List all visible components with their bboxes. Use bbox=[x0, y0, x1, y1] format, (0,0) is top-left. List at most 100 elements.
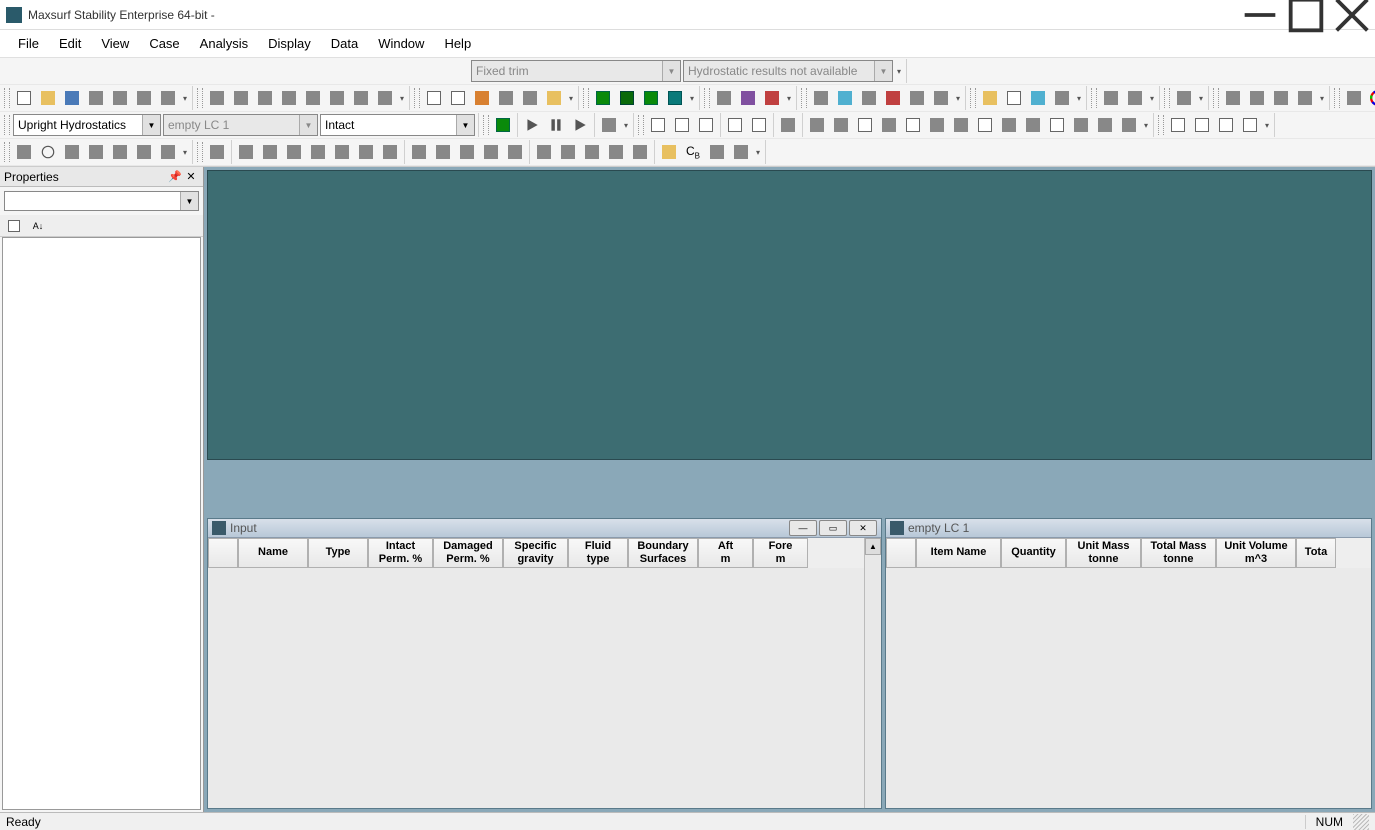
toolbar-grip[interactable] bbox=[583, 88, 589, 108]
export-overflow-arrow[interactable]: ▾ bbox=[621, 121, 631, 130]
toolbar-grip[interactable] bbox=[1334, 88, 1340, 108]
toolbar-grip[interactable] bbox=[4, 88, 10, 108]
menu-file[interactable]: File bbox=[8, 32, 49, 55]
loadcase-grid-rows[interactable] bbox=[886, 568, 1371, 808]
results-combo[interactable]: Hydrostatic results not available ▼ bbox=[683, 60, 893, 82]
hull-top-icon[interactable] bbox=[695, 114, 717, 136]
zoom-in-icon[interactable] bbox=[423, 87, 445, 109]
misc-overflow-arrow[interactable]: ▾ bbox=[1196, 94, 1206, 103]
h-icon-4[interactable] bbox=[605, 141, 627, 163]
toolbar-grip[interactable] bbox=[1164, 88, 1170, 108]
f-icon-6[interactable] bbox=[355, 141, 377, 163]
tbl-icon-1[interactable] bbox=[1222, 87, 1244, 109]
win-icon-6[interactable] bbox=[926, 114, 948, 136]
view-mode-1-icon[interactable] bbox=[592, 87, 614, 109]
toolbar-grip[interactable] bbox=[197, 88, 203, 108]
tbl-icon-3[interactable] bbox=[1270, 87, 1292, 109]
alphabetize-icon[interactable]: A↓ bbox=[29, 217, 47, 235]
toolbar-grip[interactable] bbox=[4, 142, 10, 162]
f-icon-7[interactable] bbox=[379, 141, 401, 163]
marker-icon[interactable] bbox=[206, 141, 228, 163]
cb-icon[interactable]: CB bbox=[682, 141, 704, 163]
next-icon[interactable] bbox=[133, 141, 155, 163]
run-batch-icon[interactable] bbox=[492, 114, 514, 136]
win-overflow-arrow[interactable]: ▾ bbox=[1141, 121, 1151, 130]
loadcase-combo-arrow[interactable]: ▼ bbox=[299, 115, 317, 135]
win-icon-5[interactable] bbox=[902, 114, 924, 136]
win-icon-4[interactable] bbox=[878, 114, 900, 136]
input-grid[interactable]: NameTypeIntactPerm. %DamagedPerm. %Speci… bbox=[208, 538, 864, 808]
close-button[interactable] bbox=[1329, 0, 1375, 30]
view-overflow-arrow[interactable]: ▾ bbox=[566, 94, 576, 103]
toolbar-grip[interactable] bbox=[801, 88, 807, 108]
graph-icon-2[interactable] bbox=[1124, 87, 1146, 109]
f-icon-3[interactable] bbox=[283, 141, 305, 163]
home-icon[interactable] bbox=[495, 87, 517, 109]
ship-icon[interactable] bbox=[109, 141, 131, 163]
menu-help[interactable]: Help bbox=[434, 32, 481, 55]
k-overflow-arrow[interactable]: ▾ bbox=[753, 148, 763, 157]
toolbar-grip[interactable] bbox=[970, 88, 976, 108]
win-icon-13[interactable] bbox=[1094, 114, 1116, 136]
col-icon-2[interactable] bbox=[302, 87, 324, 109]
column-header[interactable]: Specificgravity bbox=[503, 538, 568, 568]
open-icon[interactable] bbox=[37, 87, 59, 109]
toolbar-grip[interactable] bbox=[1213, 88, 1219, 108]
h-icon-1[interactable] bbox=[533, 141, 555, 163]
toolbar-grip[interactable] bbox=[483, 115, 489, 135]
comp-icon-4[interactable] bbox=[882, 87, 904, 109]
g-icon-1[interactable] bbox=[408, 141, 430, 163]
properties-filter[interactable]: ▼ bbox=[4, 191, 199, 211]
categorize-icon[interactable] bbox=[5, 217, 23, 235]
col-icon-4[interactable] bbox=[350, 87, 372, 109]
tank-icon-1[interactable] bbox=[713, 87, 735, 109]
win-icon-3[interactable] bbox=[854, 114, 876, 136]
circle-icon[interactable] bbox=[37, 141, 59, 163]
f-icon-4[interactable] bbox=[307, 141, 329, 163]
g-icon-2[interactable] bbox=[432, 141, 454, 163]
zoom-fit-icon[interactable] bbox=[519, 87, 541, 109]
col-icon-5[interactable] bbox=[374, 87, 396, 109]
grid-overflow-arrow[interactable]: ▾ bbox=[397, 94, 407, 103]
shape-icon-4[interactable] bbox=[1239, 114, 1261, 136]
graph-overflow-arrow[interactable]: ▾ bbox=[1147, 94, 1157, 103]
calc-icon-1[interactable] bbox=[979, 87, 1001, 109]
comp-overflow-arrow[interactable]: ▾ bbox=[953, 94, 963, 103]
h-icon-3[interactable] bbox=[581, 141, 603, 163]
maximize-button[interactable] bbox=[1283, 0, 1329, 30]
input-grid-rows[interactable] bbox=[208, 568, 864, 808]
calc-icon-3[interactable] bbox=[1027, 87, 1049, 109]
f-icon-1[interactable] bbox=[235, 141, 257, 163]
toolbar-grip[interactable] bbox=[638, 115, 644, 135]
loadcase-doc-titlebar[interactable]: empty LC 1 bbox=[886, 519, 1371, 538]
doc-maximize-button[interactable]: ▭ bbox=[819, 520, 847, 536]
column-header[interactable]: Forem bbox=[753, 538, 808, 568]
hull-side-icon[interactable] bbox=[647, 114, 669, 136]
doc-close-button[interactable]: ✕ bbox=[849, 520, 877, 536]
win-icon-9[interactable] bbox=[998, 114, 1020, 136]
menu-data[interactable]: Data bbox=[321, 32, 368, 55]
toolbar-grip[interactable] bbox=[704, 88, 710, 108]
h-icon-2[interactable] bbox=[557, 141, 579, 163]
column-header[interactable]: Type bbox=[308, 538, 368, 568]
view-mode-2-icon[interactable] bbox=[616, 87, 638, 109]
k-icon-1[interactable] bbox=[706, 141, 728, 163]
trim-combo-arrow[interactable]: ▼ bbox=[662, 61, 680, 81]
win-icon-8[interactable] bbox=[974, 114, 996, 136]
column-header[interactable]: Name bbox=[238, 538, 308, 568]
column-header[interactable]: Quantity bbox=[1001, 538, 1066, 568]
graph-icon-1[interactable] bbox=[1100, 87, 1122, 109]
condition-combo-arrow[interactable]: ▼ bbox=[456, 115, 474, 135]
comp-icon-6[interactable] bbox=[930, 87, 952, 109]
tbl-icon-2[interactable] bbox=[1246, 87, 1268, 109]
g-icon-3[interactable] bbox=[456, 141, 478, 163]
dim-icon[interactable] bbox=[777, 114, 799, 136]
std-overflow-arrow[interactable]: ▾ bbox=[180, 94, 190, 103]
globe-icon[interactable] bbox=[13, 141, 35, 163]
nav-overflow-arrow[interactable]: ▾ bbox=[180, 148, 190, 157]
menu-window[interactable]: Window bbox=[368, 32, 434, 55]
column-header[interactable]: Unit Masstonne bbox=[1066, 538, 1141, 568]
input-scrollbar[interactable]: ▲ bbox=[864, 538, 881, 808]
color-icon[interactable] bbox=[1367, 87, 1375, 109]
section-icon-2[interactable] bbox=[748, 114, 770, 136]
